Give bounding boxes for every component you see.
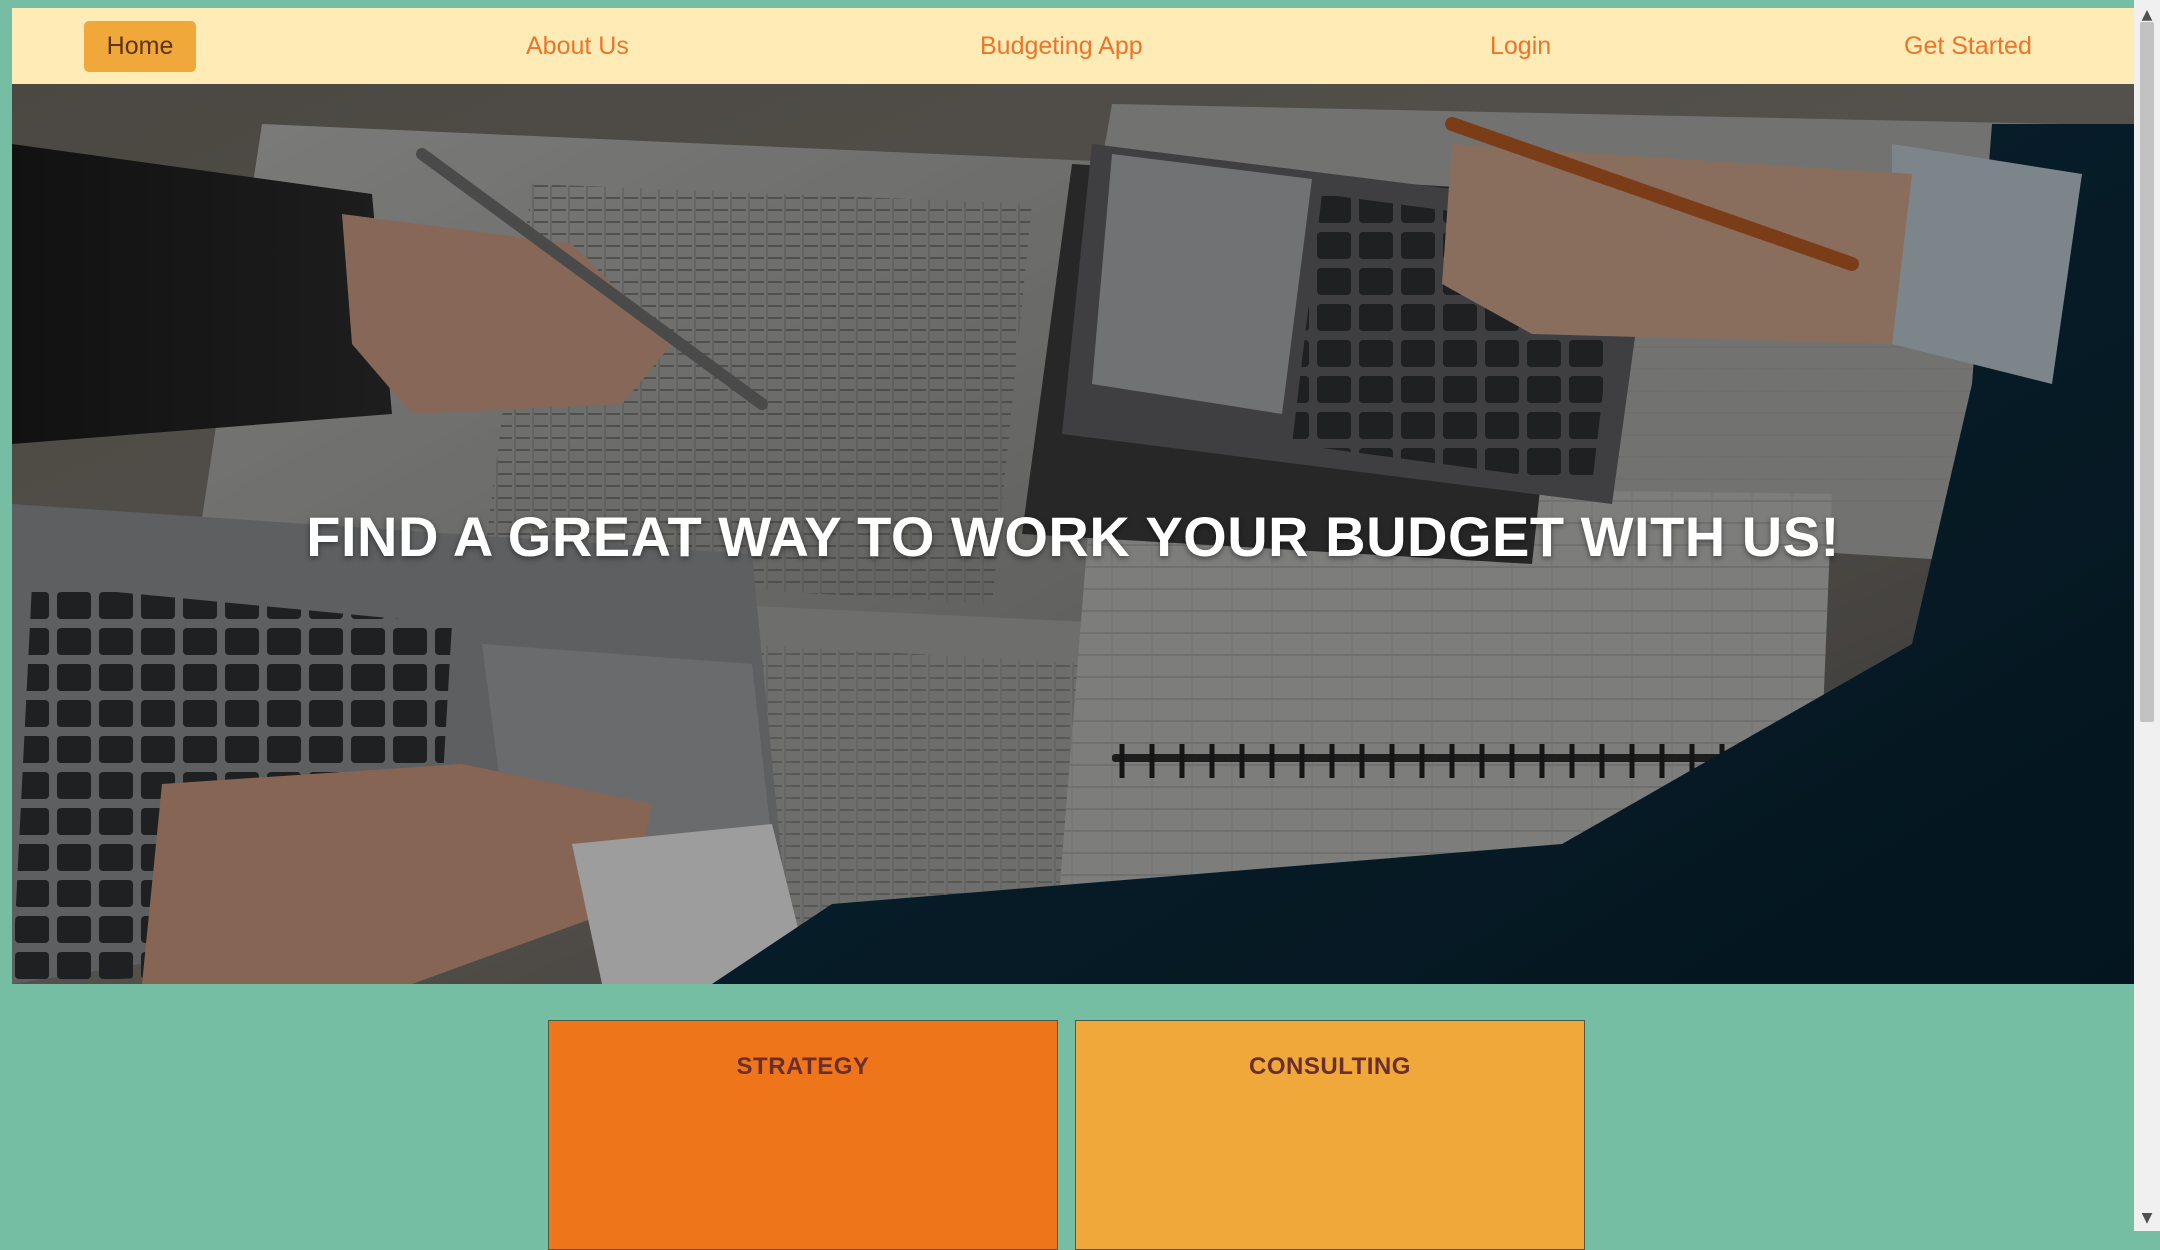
arrow-down-icon[interactable]: ▼	[2134, 1207, 2160, 1229]
nav-get-started-link[interactable]: Get Started	[1904, 8, 2032, 84]
consulting-card[interactable]: CONSULTING	[1075, 1020, 1585, 1250]
strategy-card[interactable]: STRATEGY	[548, 1020, 1058, 1250]
nav-budgeting-app-link[interactable]: Budgeting App	[980, 8, 1143, 84]
vertical-scrollbar[interactable]: ▲ ▼	[2134, 0, 2160, 1231]
hero-section: FIND A GREAT WAY TO WORK YOUR BUDGET WIT…	[12, 84, 2134, 984]
nav-about-us-link[interactable]: About Us	[526, 8, 629, 84]
nav-login-link[interactable]: Login	[1490, 8, 1551, 84]
page: Home About Us Budgeting App Login Get St…	[0, 0, 2160, 1250]
scrollbar-thumb[interactable]	[2140, 22, 2154, 722]
consulting-card-title: CONSULTING	[1249, 1053, 1411, 1080]
nav-home-button[interactable]: Home	[84, 21, 196, 72]
strategy-card-title: STRATEGY	[736, 1053, 870, 1080]
navbar: Home About Us Budgeting App Login Get St…	[12, 8, 2134, 84]
hero-title: FIND A GREAT WAY TO WORK YOUR BUDGET WIT…	[306, 505, 1840, 568]
